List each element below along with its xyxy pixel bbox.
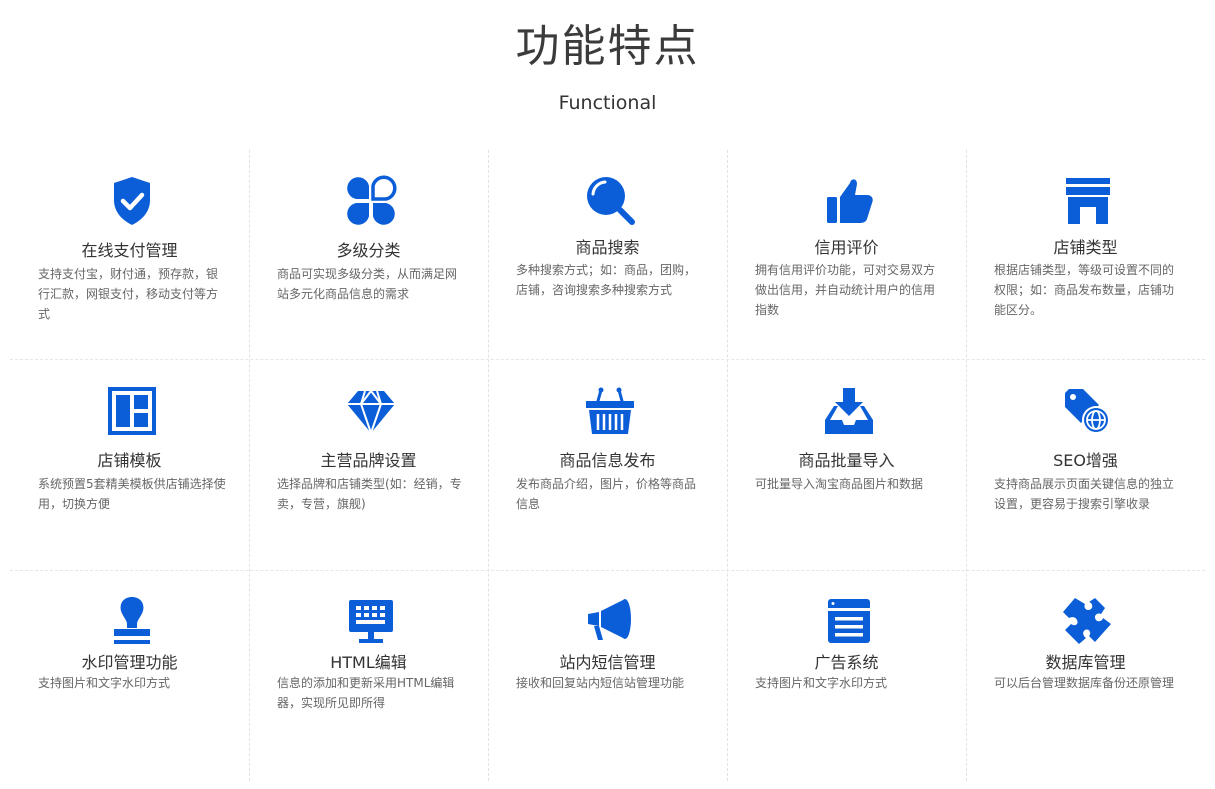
feature-card-credit-rating[interactable]: 信用评价 拥有信用评价功能，可对交易双方做出信用，并自动统计用户的信用指数	[727, 150, 966, 360]
feature-title: 多级分类	[336, 241, 401, 260]
feature-title: HTML编辑	[330, 653, 407, 672]
feature-card-watermark[interactable]: 水印管理功能 支持图片和文字水印方式	[10, 570, 249, 780]
page-subtitle: Functional	[558, 92, 657, 114]
basket-icon	[583, 384, 637, 438]
feature-description: 支持图片和文字水印方式	[755, 676, 888, 690]
feature-title: 站内短信管理	[559, 653, 656, 672]
feature-description: 可批量导入淘宝商品图片和数据	[755, 477, 924, 491]
feature-description: 支持图片和文字水印方式	[38, 676, 171, 690]
feature-title: 商品批量导入	[798, 451, 895, 470]
features-grid: 在线支付管理 支持支付宝，财付通，预存款，银行汇款，网银支付，移动支付等方式 多…	[10, 150, 1205, 781]
feature-description: 支持商品展示页面关键信息的独立设置，更容易于搜索引擎收录	[994, 477, 1175, 511]
feature-description: 发布商品介绍，图片，价格等商品信息	[516, 477, 697, 511]
feature-description: 商品可实现多级分类，从而满足网站多元化商品信息的需求	[277, 267, 458, 301]
download-tray-icon	[822, 384, 876, 438]
feature-title: 广告系统	[814, 653, 879, 672]
magnifier-icon	[583, 174, 637, 228]
shield-check-icon	[105, 174, 159, 228]
feature-card-html-editor[interactable]: HTML编辑 信息的添加和更新采用HTML编辑器，实现所见即所得	[249, 570, 488, 780]
feature-description: 多种搜索方式；如：商品，团购，店铺，咨询搜索多种搜索方式	[516, 263, 697, 297]
tag-globe-icon	[1061, 384, 1115, 438]
feature-description: 选择品牌和店铺类型(如：经销，专卖，专营，旗舰)	[277, 477, 462, 511]
feature-card-brand-setting[interactable]: 主营品牌设置 选择品牌和店铺类型(如：经销，专卖，专营，旗舰)	[249, 360, 488, 570]
feature-title: 信用评价	[814, 238, 879, 257]
megaphone-icon	[583, 594, 637, 648]
feature-card-online-payment[interactable]: 在线支付管理 支持支付宝，财付通，预存款，银行汇款，网银支付，移动支付等方式	[10, 150, 249, 360]
feature-card-store-type[interactable]: 店铺类型 根据店铺类型，等级可设置不同的权限；如：商品发布数量，店铺功能区分。	[966, 150, 1205, 360]
feature-title: 商品搜索	[575, 238, 640, 257]
monitor-keyboard-icon	[344, 594, 398, 648]
feature-card-seo[interactable]: SEO增强 支持商品展示页面关键信息的独立设置，更容易于搜索引擎收录	[966, 360, 1205, 570]
diamond-icon	[344, 384, 398, 438]
feature-card-product-publish[interactable]: 商品信息发布 发布商品介绍，图片，价格等商品信息	[488, 360, 727, 570]
feature-description: 拥有信用评价功能，可对交易双方做出信用，并自动统计用户的信用指数	[755, 263, 936, 317]
feature-description: 可以后台管理数据库备份还原管理	[994, 676, 1175, 690]
feature-title: SEO增强	[1053, 451, 1118, 470]
page-title: 功能特点	[515, 21, 700, 72]
feature-description: 支持支付宝，财付通，预存款，银行汇款，网银支付，移动支付等方式	[38, 267, 219, 321]
feature-card-multi-category[interactable]: 多级分类 商品可实现多级分类，从而满足网站多元化商品信息的需求	[249, 150, 488, 360]
feature-title: 商品信息发布	[559, 451, 656, 470]
feature-title: 店铺类型	[1053, 238, 1118, 257]
feature-title: 水印管理功能	[81, 653, 178, 672]
thumbs-up-icon	[822, 174, 876, 228]
feature-card-ad-system[interactable]: 广告系统 支持图片和文字水印方式	[727, 570, 966, 780]
feature-title: 店铺模板	[97, 451, 162, 470]
clover-category-icon	[344, 174, 398, 228]
feature-title: 数据库管理	[1045, 653, 1126, 672]
feature-title: 主营品牌设置	[320, 451, 417, 470]
feature-card-product-search[interactable]: 商品搜索 多种搜索方式；如：商品，团购，店铺，咨询搜索多种搜索方式	[488, 150, 727, 360]
layout-template-icon	[105, 384, 159, 438]
storefront-icon	[1061, 174, 1115, 228]
feature-card-database[interactable]: 数据库管理 可以后台管理数据库备份还原管理	[966, 570, 1205, 780]
ad-list-icon	[822, 594, 876, 648]
feature-description: 系统预置5套精美模板供店铺选择使用，切换方便	[38, 477, 226, 511]
feature-card-store-template[interactable]: 店铺模板 系统预置5套精美模板供店铺选择使用，切换方便	[10, 360, 249, 570]
feature-title: 在线支付管理	[81, 241, 178, 260]
puzzle-icon	[1061, 594, 1115, 648]
feature-description: 信息的添加和更新采用HTML编辑器，实现所见即所得	[277, 676, 455, 710]
feature-description: 接收和回复站内短信站管理功能	[516, 676, 685, 690]
stamp-icon	[105, 594, 159, 648]
feature-description: 根据店铺类型，等级可设置不同的权限；如：商品发布数量，店铺功能区分。	[994, 263, 1175, 317]
feature-card-site-messages[interactable]: 站内短信管理 接收和回复站内短信站管理功能	[488, 570, 727, 780]
feature-card-batch-import[interactable]: 商品批量导入 可批量导入淘宝商品图片和数据	[727, 360, 966, 570]
